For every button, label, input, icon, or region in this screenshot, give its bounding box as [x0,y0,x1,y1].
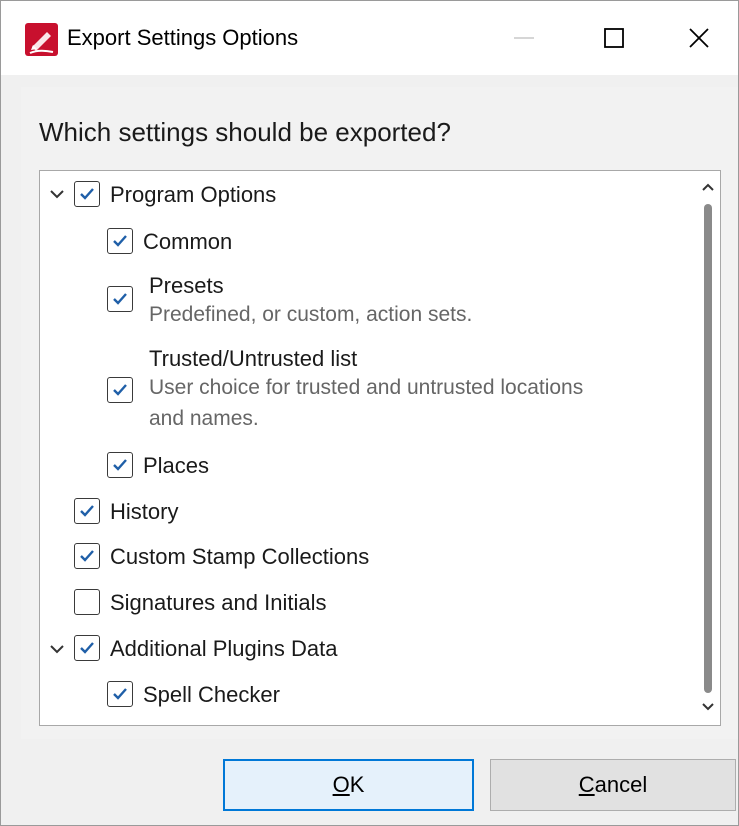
checkbox-common[interactable] [107,228,133,254]
ok-button[interactable]: OK [223,759,474,811]
maximize-button[interactable] [569,1,659,75]
checkbox-spell-checker[interactable] [107,681,133,707]
scroll-up-button[interactable] [698,176,718,198]
checkbox-custom-stamp-collections[interactable] [74,543,100,569]
checkbox-additional-plugins-data[interactable] [74,635,100,661]
tree-item-description-line1: User choice for trusted and untrusted lo… [149,376,584,399]
vertical-scrollbar[interactable] [698,172,718,724]
tree-item-custom-stamp-collections[interactable]: Custom Stamp Collections [74,543,369,570]
checkbox-signatures-and-initials[interactable] [74,589,100,615]
cancel-label-rest: ancel [594,772,648,797]
cancel-mnemonic: C [578,772,595,797]
tree-item-program-options[interactable]: Program Options [74,181,276,208]
tree-item-label: Common [143,229,233,254]
tree-item-label: Places [143,453,210,478]
settings-tree[interactable]: Program Options Common Presets Predefine… [39,170,721,726]
tree-item-description: Predefined, or custom, action sets. [149,303,473,326]
tree-item-text: Presets Predefined, or custom, action se… [149,272,472,330]
tree-item-label: Presets [149,273,224,298]
tree-item-additional-plugins-data[interactable]: Additional Plugins Data [74,635,337,662]
chevron-up-icon [702,183,714,191]
close-button[interactable] [659,1,738,75]
tree-item-signatures-and-initials[interactable]: Signatures and Initials [74,589,326,616]
check-icon [113,235,127,247]
tree-item-common[interactable]: Common [107,228,232,255]
tree-item-label: Trusted/Untrusted list [149,346,358,371]
tree-item-label: Signatures and Initials [110,590,327,615]
pdf-app-icon [25,23,58,56]
check-icon [80,642,94,654]
minimize-icon [514,37,534,39]
checkbox-history[interactable] [74,498,100,524]
tree-item-label: History [110,499,179,524]
tree-item-label: Additional Plugins Data [110,636,338,661]
title-bar: Export Settings Options [1,1,738,75]
tree-item-places[interactable]: Places [107,452,209,479]
checkbox-presets[interactable] [107,286,133,312]
check-icon [113,688,127,700]
tree-item-history[interactable]: History [74,498,178,525]
ok-mnemonic: O [332,772,350,797]
tree-item-label: Custom Stamp Collections [110,544,370,569]
export-settings-dialog: Export Settings Options Which settings s… [0,0,739,826]
minimize-button[interactable] [479,1,569,75]
close-icon [688,28,709,48]
tree-item-trusted-untrusted-list[interactable] [107,377,133,403]
scroll-down-button[interactable] [698,696,718,718]
tree-item-label: Program Options [110,182,277,207]
ok-label-rest: K [349,772,365,797]
check-icon [113,293,127,305]
chevron-down-icon [702,703,714,711]
chevron-down-icon[interactable] [46,183,68,205]
button-bar: OK Cancel [1,741,738,825]
check-icon [80,505,94,517]
tree-item-text: Trusted/Untrusted list User choice for t… [149,345,689,434]
tree-item-description-line2: and names. [149,407,259,430]
question-label: Which settings should be exported? [39,117,451,147]
check-icon [113,459,127,471]
tree-item-presets[interactable] [107,286,133,312]
checkbox-places[interactable] [107,452,133,478]
check-icon [113,384,127,396]
checkbox-trusted-untrusted-list[interactable] [107,377,133,403]
tree-item-spell-checker[interactable]: Spell Checker [107,681,280,708]
chevron-down-icon[interactable] [46,638,68,660]
maximize-icon [604,28,624,48]
check-icon [80,550,94,562]
check-icon [80,188,94,200]
scroll-thumb[interactable] [704,204,712,693]
tree-item-label: Spell Checker [143,682,280,707]
window-title: Export Settings Options [67,25,299,50]
cancel-button[interactable]: Cancel [490,759,736,811]
checkbox-program-options[interactable] [74,181,100,207]
